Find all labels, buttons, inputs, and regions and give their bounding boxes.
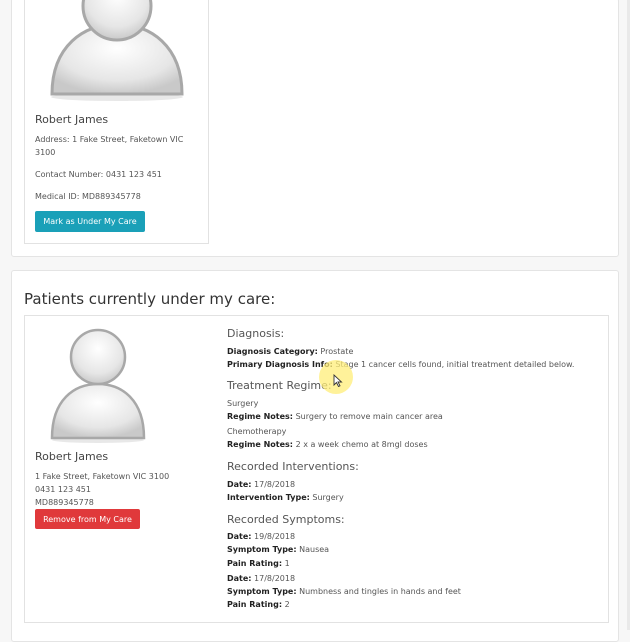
pain-rating: Pain Rating: 1 xyxy=(227,559,290,568)
mark-under-care-button[interactable]: Mark as Under My Care xyxy=(35,211,145,232)
remove-from-care-button[interactable]: Remove from My Care xyxy=(35,509,140,529)
symptom-date: Date: 19/8/2018 xyxy=(227,532,296,541)
symptom-type: Symptom Type: Numbness and tingles in ha… xyxy=(227,587,461,596)
patient-phone: 0431 123 451 xyxy=(35,485,91,494)
section-title: Patients currently under my care: xyxy=(24,290,276,308)
patient-medical-id: Medical ID: MD889345778 xyxy=(35,192,141,201)
regime-notes: Regime Notes: Surgery to remove main can… xyxy=(227,412,443,421)
treatment-name: Chemotherapy xyxy=(227,427,287,436)
avatar xyxy=(46,0,188,102)
diagnosis-heading: Diagnosis: xyxy=(227,327,285,340)
diagnosis-category: Diagnosis Category: Prostate xyxy=(227,347,354,356)
mouse-cursor-icon xyxy=(333,372,343,391)
avatar xyxy=(47,326,149,444)
treatment-name: Surgery xyxy=(227,399,259,408)
symptoms-heading: Recorded Symptoms: xyxy=(227,513,345,526)
patient-address-postcode: 3100 xyxy=(35,148,56,157)
symptom-type: Symptom Type: Nausea xyxy=(227,545,330,554)
treatment-heading: Treatment Regime: xyxy=(227,379,332,392)
patient-address: 1 Fake Street, Faketown VIC 3100 xyxy=(35,472,170,481)
pain-rating: Pain Rating: 2 xyxy=(227,600,290,609)
patient-medical-id: MD889345778 xyxy=(35,498,94,507)
patient-address: Address: 1 Fake Street, Faketown VIC xyxy=(35,135,184,144)
regime-notes: Regime Notes: 2 x a week chemo at 8mgl d… xyxy=(227,440,428,449)
symptom-date: Date: 17/8/2018 xyxy=(227,574,296,583)
intervention-date: Date: 17/8/2018 xyxy=(227,480,296,489)
primary-diagnosis-info: Primary Diagnosis Info: Stage 1 cancer c… xyxy=(227,360,575,369)
interventions-heading: Recorded Interventions: xyxy=(227,460,359,473)
intervention-type: Intervention Type: Surgery xyxy=(227,493,344,502)
patient-contact: Contact Number: 0431 123 451 xyxy=(35,170,162,179)
patient-name: Robert James xyxy=(35,450,109,463)
patient-name: Robert James xyxy=(35,113,109,126)
